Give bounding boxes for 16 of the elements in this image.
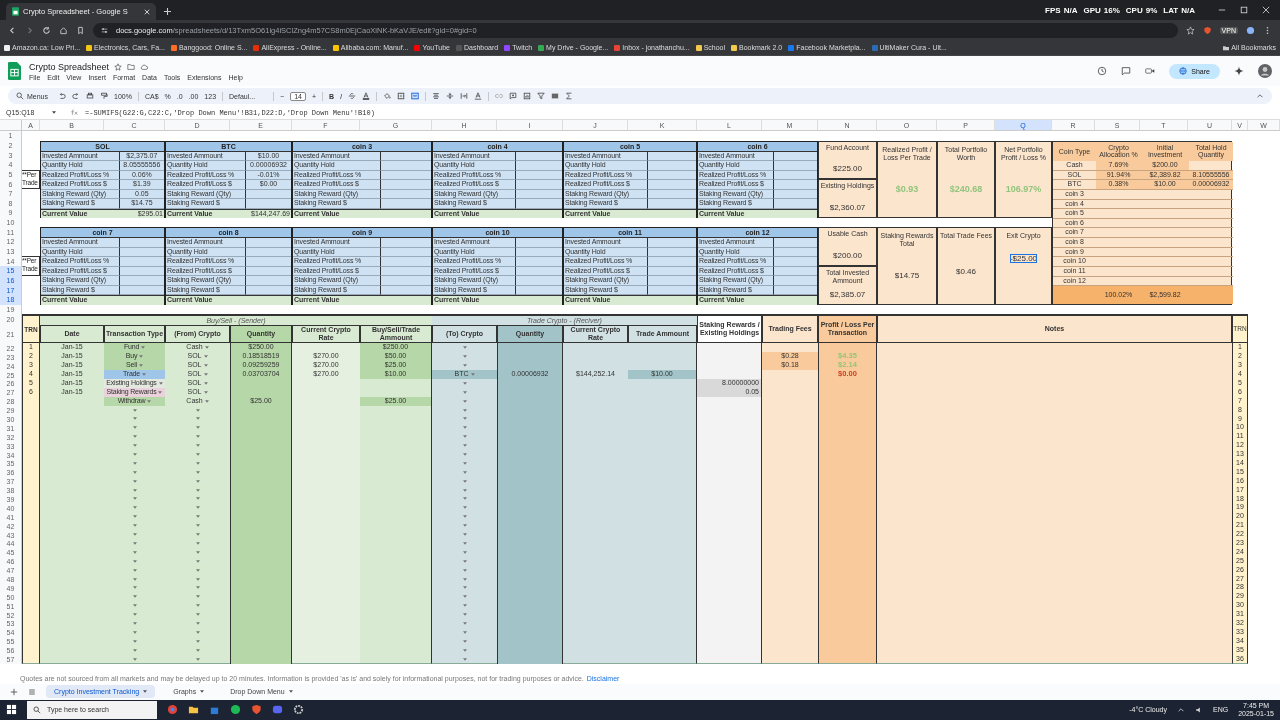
perf-value: 16%	[1103, 5, 1120, 15]
perf-label: LAT	[1163, 5, 1179, 15]
document-title[interactable]: Crypto Spreadsheet	[29, 61, 110, 72]
perf-value: 9%	[1145, 5, 1158, 15]
summary-value[interactable]: $2,360.07	[829, 202, 866, 212]
perf-value: N/A	[1063, 5, 1078, 15]
perf-value: N/A	[1181, 5, 1195, 15]
summary-value[interactable]: -$25.00	[1009, 254, 1038, 264]
perf-label: FPS	[1045, 5, 1061, 15]
summary-value[interactable]: $14.75	[894, 271, 920, 281]
perf-label: GPU	[1083, 5, 1101, 15]
perf-label: CPU	[1125, 5, 1143, 15]
summary-value[interactable]: $2,385.07	[829, 289, 866, 299]
summary-value[interactable]: $225.00	[833, 164, 862, 174]
summary-value[interactable]: $0.46	[956, 267, 976, 277]
summary-value[interactable]: $200.00	[833, 250, 862, 260]
